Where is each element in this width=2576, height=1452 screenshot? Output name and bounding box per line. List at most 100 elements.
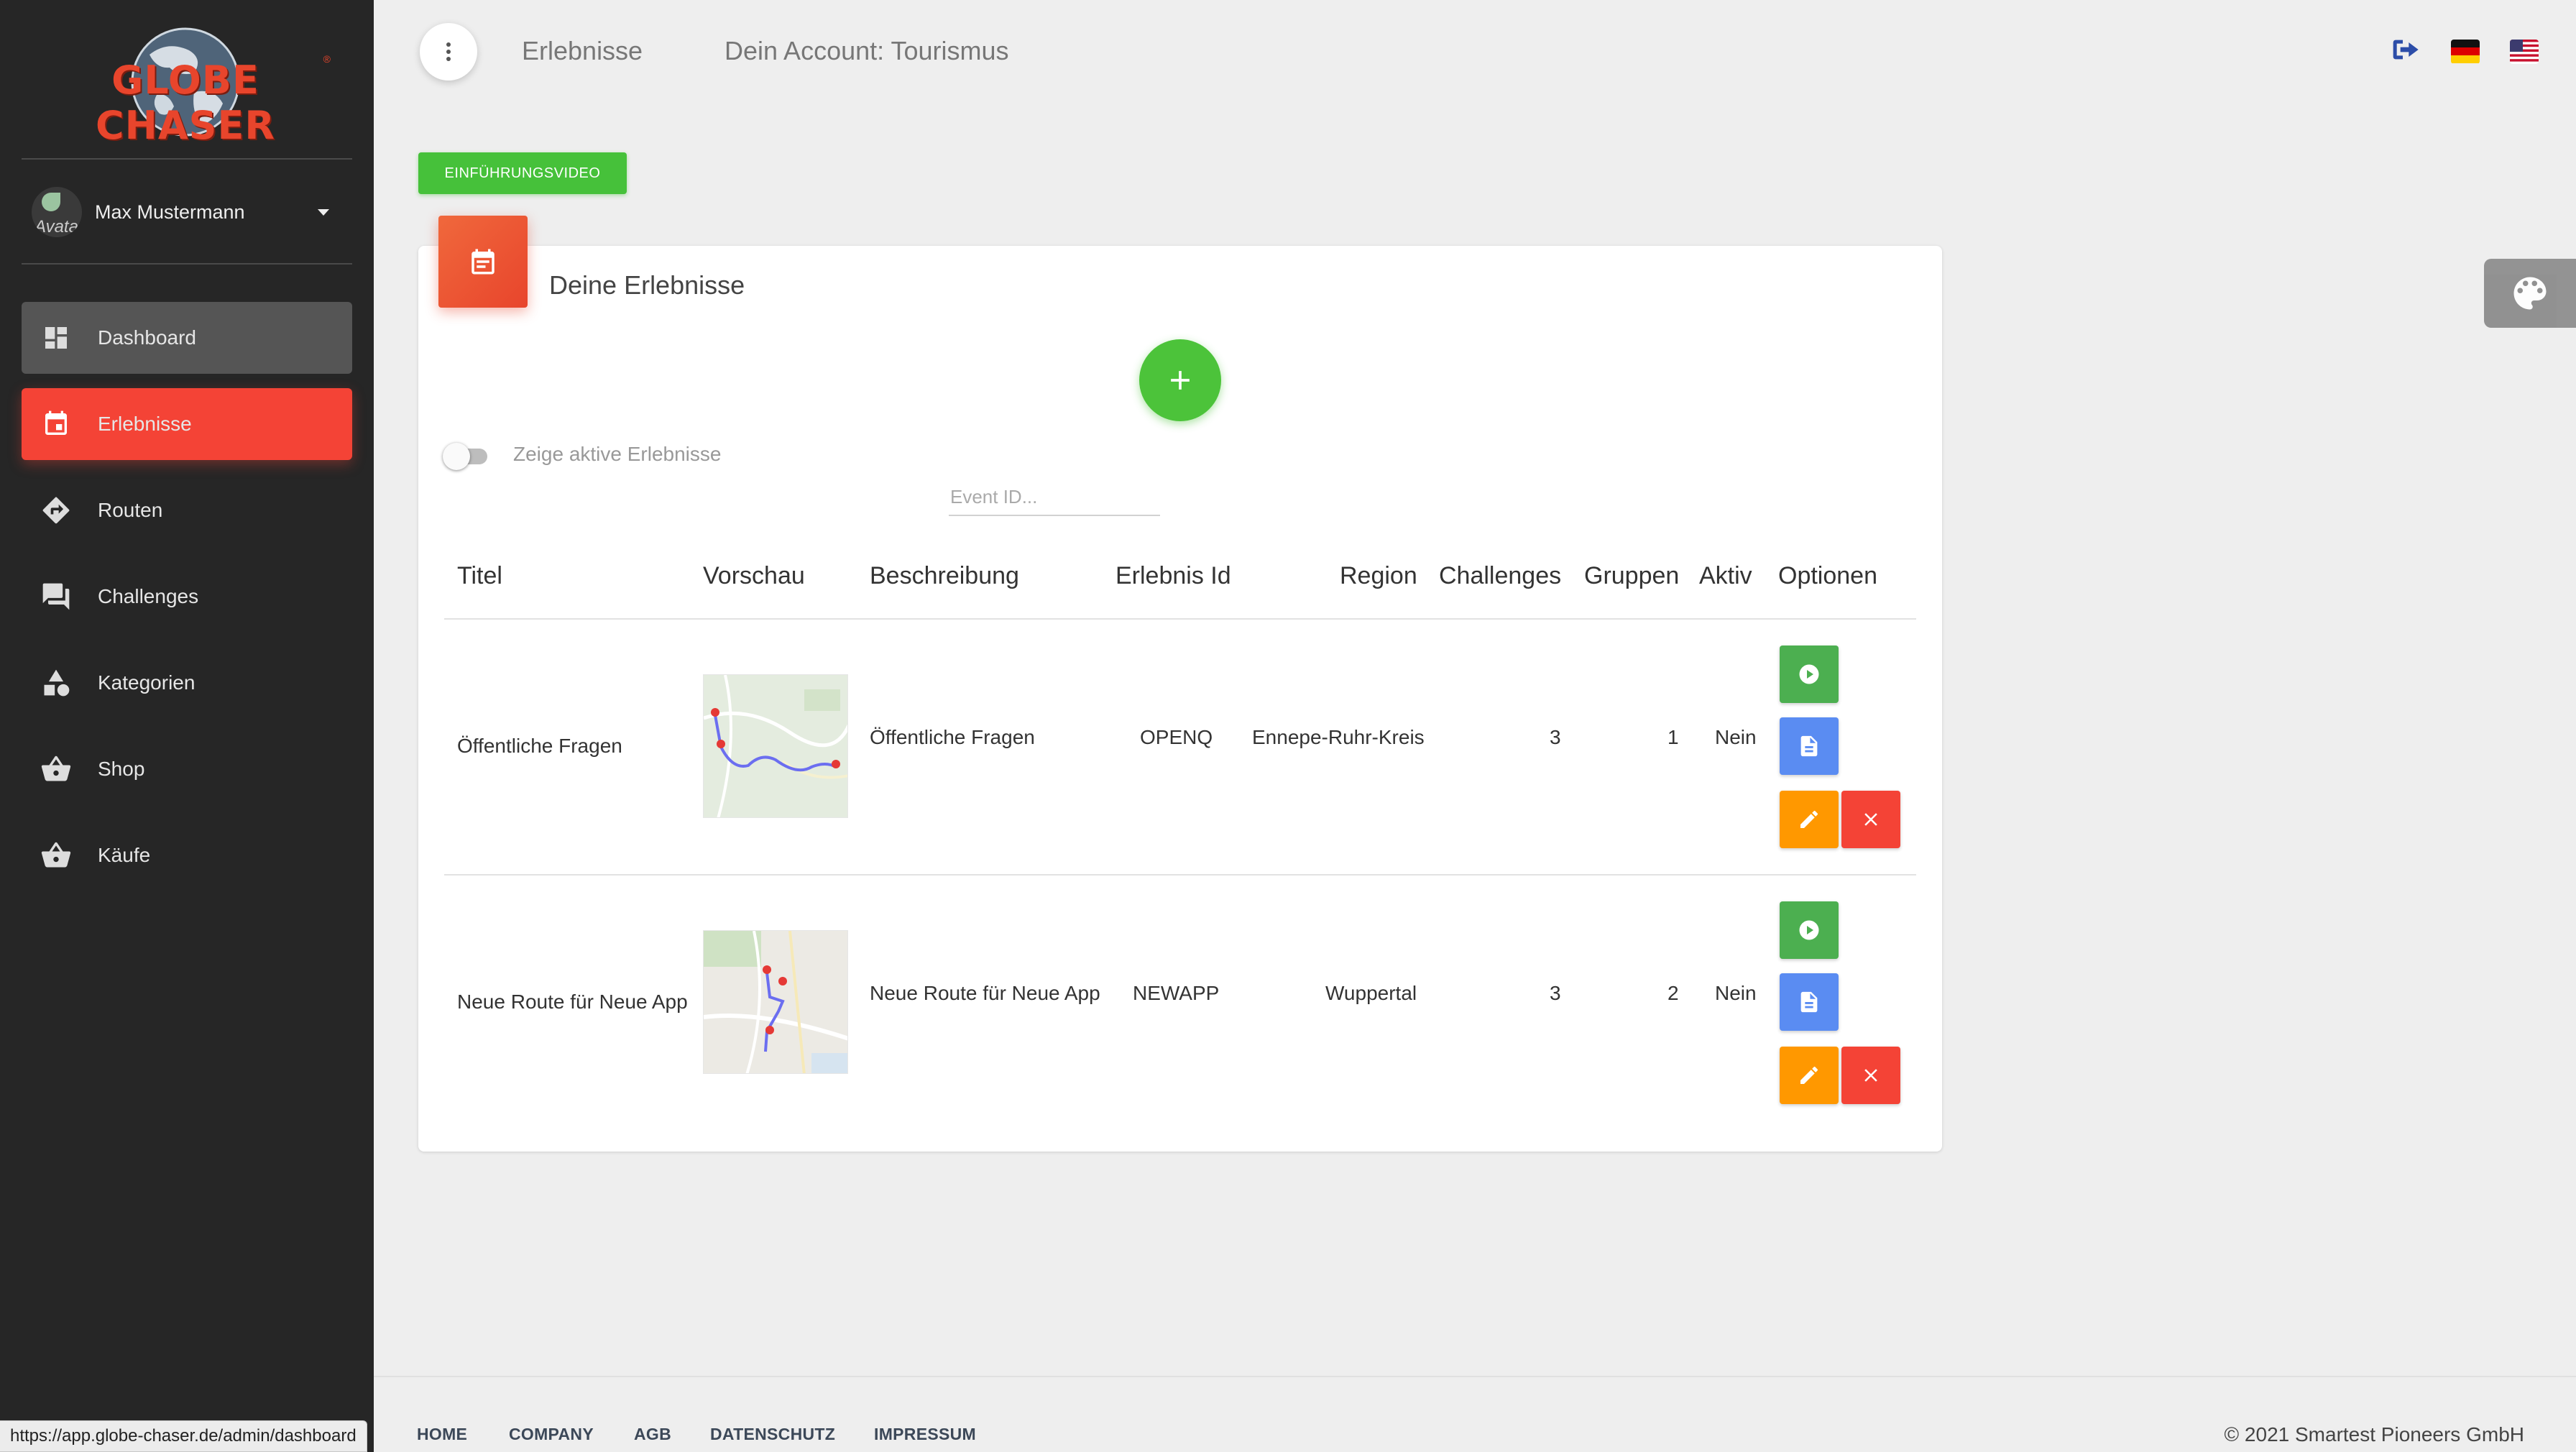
cell-title: Öffentliche Fragen <box>457 735 622 757</box>
intro-video-button[interactable]: EINFÜHRUNGSVIDEO <box>418 152 627 194</box>
dashboard-icon <box>39 321 73 355</box>
document-icon <box>1800 735 1818 757</box>
sidebar-item-kaeufe[interactable]: Käufe <box>22 819 352 891</box>
document-icon <box>1800 991 1818 1013</box>
row-divider <box>444 874 1916 876</box>
calendar-icon <box>39 407 73 441</box>
cell-groups: 1 <box>1668 726 1679 748</box>
cell-active: Nein <box>1715 982 1757 1004</box>
avatar: Avatar <box>32 187 82 237</box>
sidebar-item-shop[interactable]: Shop <box>22 733 352 805</box>
col-header-gruppen: Gruppen <box>1584 562 1680 589</box>
sidebar-divider <box>22 158 352 160</box>
sidebar-item-label: Routen <box>98 499 163 521</box>
sidebar-item-label: Erlebnisse <box>98 413 192 435</box>
user-menu[interactable]: Avatar Max Mustermann <box>22 180 352 244</box>
theme-settings-button[interactable] <box>2484 259 2576 328</box>
cell-description: Neue Route für Neue App <box>870 982 1100 1004</box>
category-icon <box>39 666 73 700</box>
registered-mark: ® <box>323 53 331 65</box>
avatar-alt-text: Avatar <box>34 217 82 236</box>
chat-icon <box>39 579 73 614</box>
cell-id: NEWAPP <box>1133 982 1220 1004</box>
top-right-icons <box>2392 37 2539 65</box>
route-preview-map[interactable] <box>703 930 848 1074</box>
sidebar-item-label: Challenges <box>98 585 199 607</box>
sidebar-toggle-button[interactable] <box>420 23 477 81</box>
cell-challenges: 3 <box>1550 982 1561 1004</box>
flag-de-icon[interactable] <box>2451 39 2480 64</box>
footer-link-datenschutz[interactable]: DATENSCHUTZ <box>710 1425 835 1444</box>
footer-link-agb[interactable]: AGB <box>634 1425 671 1444</box>
calendar-icon <box>472 249 494 275</box>
directions-icon <box>39 493 73 528</box>
cell-title: Neue Route für Neue App <box>457 991 688 1013</box>
edit-button[interactable] <box>1780 1047 1839 1104</box>
flag-us-icon[interactable] <box>2510 39 2539 64</box>
sidebar-item-label: Käufe <box>98 844 151 866</box>
col-header-challenges: Challenges <box>1439 562 1562 589</box>
col-header-erlebnis-id: Erlebnis Id <box>1116 562 1231 589</box>
edit-button[interactable] <box>1780 791 1839 848</box>
details-button[interactable] <box>1780 717 1839 775</box>
footer-link-impressum[interactable]: IMPRESSUM <box>874 1425 976 1444</box>
play-button[interactable] <box>1780 901 1839 959</box>
play-circle-icon <box>1799 920 1819 940</box>
status-bar-url: https://app.globe-chaser.de/admin/dashbo… <box>0 1420 367 1452</box>
card-title: Deine Erlebnisse <box>549 270 745 300</box>
table-header-divider <box>444 618 1916 620</box>
page-title[interactable]: Erlebnisse <box>522 36 643 66</box>
sidebar-item-label: Shop <box>98 758 145 780</box>
add-experience-button[interactable] <box>1139 339 1221 421</box>
play-button[interactable] <box>1780 645 1839 703</box>
details-button[interactable] <box>1780 973 1839 1031</box>
account-label: Dein Account: Tourismus <box>724 36 1009 65</box>
play-circle-icon <box>1799 664 1819 684</box>
col-header-titel: Titel <box>457 562 502 589</box>
logo-text: GLOBE CHASER <box>96 58 275 148</box>
sidebar-item-dashboard[interactable]: Dashboard <box>22 302 352 374</box>
pencil-icon <box>1800 1066 1818 1084</box>
footer-link-company[interactable]: COMPANY <box>509 1425 594 1444</box>
sidebar: GLOBE CHASER ® Avatar Max Mustermann Das… <box>0 0 374 1452</box>
user-name: Max Mustermann <box>95 201 245 223</box>
delete-button[interactable] <box>1841 1047 1900 1104</box>
col-header-region: Region <box>1340 562 1417 589</box>
palette-icon <box>2513 277 2547 310</box>
more-vert-icon <box>446 42 451 61</box>
sidebar-divider <box>22 263 352 265</box>
sidebar-item-routen[interactable]: Routen <box>22 474 352 546</box>
pencil-icon <box>1800 810 1818 828</box>
cell-region: Wuppertal <box>1325 982 1417 1004</box>
event-id-input[interactable] <box>949 474 1160 516</box>
close-icon <box>1864 813 1877 826</box>
sidebar-item-erlebnisse[interactable]: Erlebnisse <box>22 388 352 460</box>
cell-challenges: 3 <box>1550 726 1561 748</box>
cell-id: OPENQ <box>1140 726 1213 748</box>
basket-icon <box>39 752 73 786</box>
route-preview-map[interactable] <box>703 674 848 818</box>
col-header-vorschau: Vorschau <box>703 562 805 589</box>
sidebar-item-label: Dashboard <box>98 326 196 349</box>
toggle-knob <box>443 443 470 470</box>
footer-link-home[interactable]: HOME <box>417 1425 467 1444</box>
basket-icon <box>39 838 73 873</box>
close-icon <box>1864 1069 1877 1082</box>
avatar-broken-image-icon <box>42 193 60 211</box>
copyright: © 2021 Smartest Pioneers GmbH <box>2224 1423 2524 1446</box>
delete-button[interactable] <box>1841 791 1900 848</box>
logout-icon[interactable] <box>2392 37 2421 65</box>
col-header-optionen: Optionen <box>1778 562 1877 589</box>
card-header-icon <box>438 216 528 308</box>
plus-icon <box>1171 371 1190 390</box>
cell-active: Nein <box>1715 726 1757 748</box>
experiences-card: Deine Erlebnisse Zeige aktive Erlebnisse… <box>418 216 1942 1152</box>
cell-groups: 2 <box>1668 982 1679 1004</box>
globe-chaser-logo[interactable]: GLOBE CHASER ® <box>42 26 331 148</box>
sidebar-item-kategorien[interactable]: Kategorien <box>22 647 352 719</box>
sidebar-item-challenges[interactable]: Challenges <box>22 561 352 633</box>
active-experiences-toggle[interactable] <box>443 443 489 470</box>
col-header-beschreibung: Beschreibung <box>870 562 1019 589</box>
cell-region: Ennepe-Ruhr-Kreis <box>1252 726 1425 748</box>
caret-down-icon[interactable] <box>318 208 329 216</box>
